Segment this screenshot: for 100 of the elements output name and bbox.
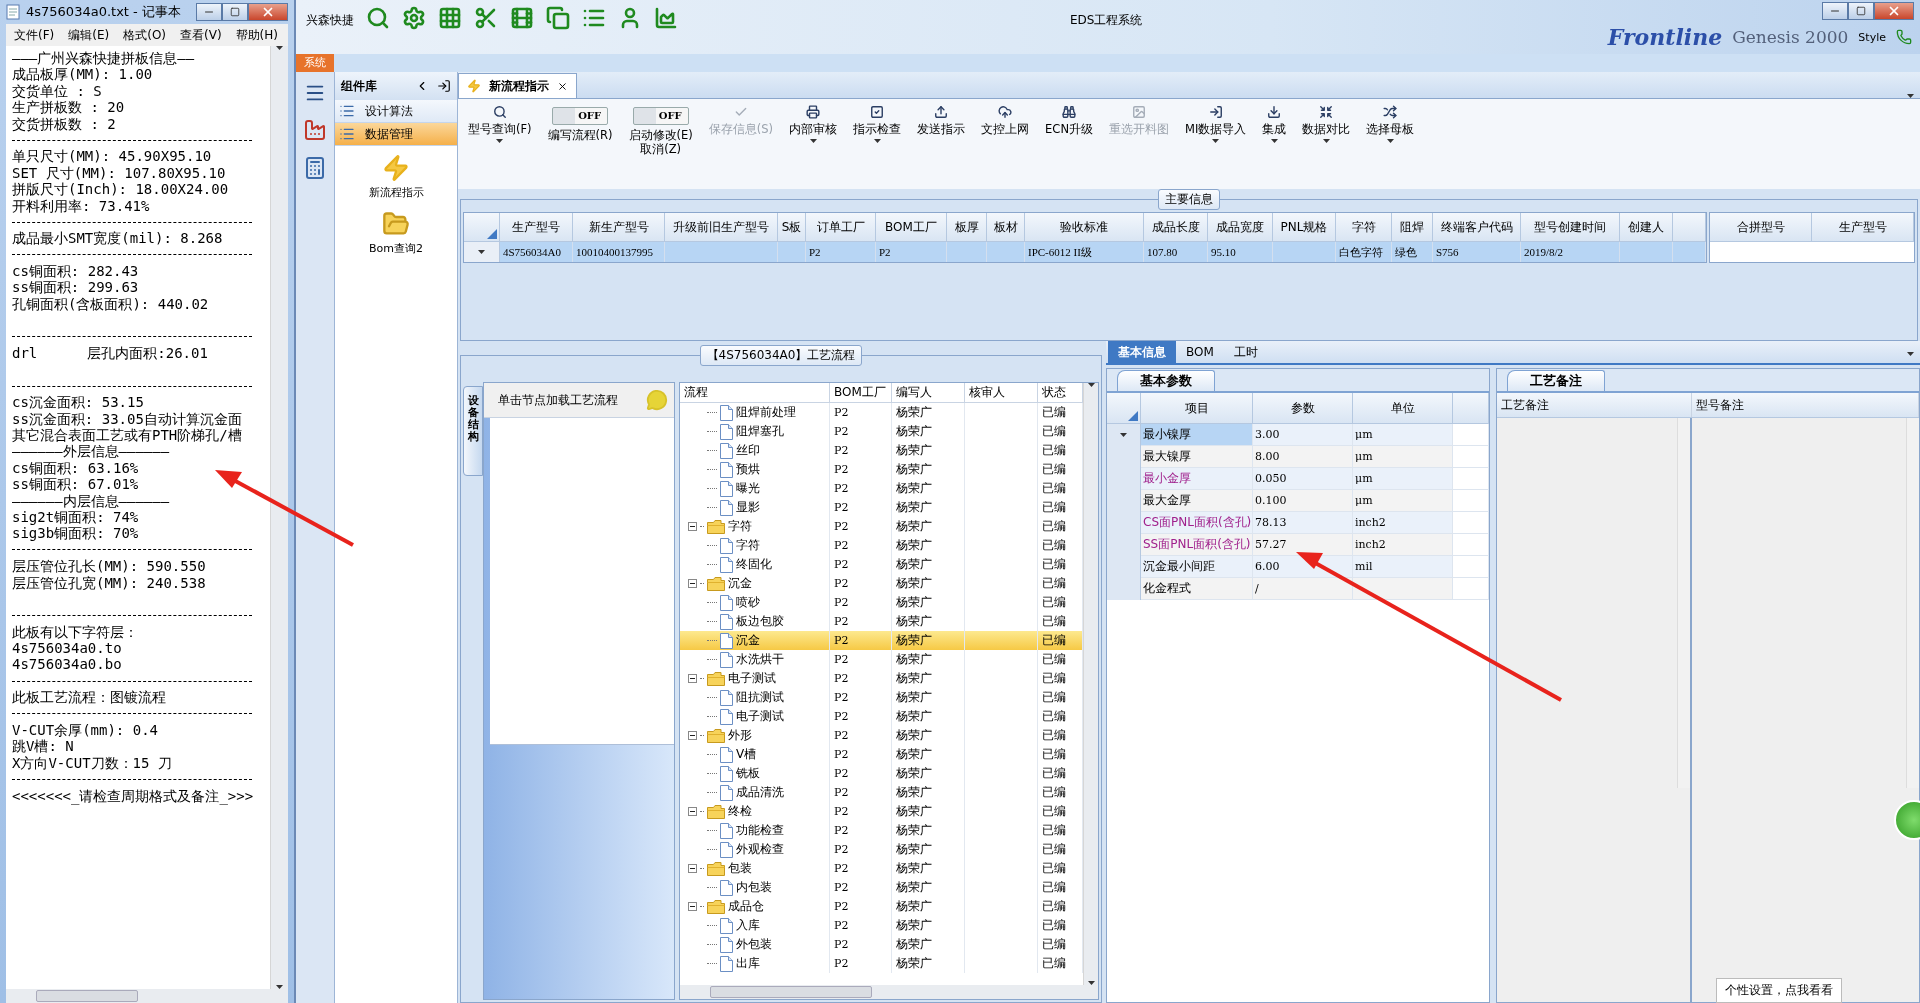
menu-item[interactable]: 文件(F) [14, 26, 55, 44]
tree-row[interactable]: 预烘 P2 杨荣广 已编 [680, 460, 1083, 479]
tree-row[interactable]: 入库 P2 杨荣广 已编 [680, 916, 1083, 935]
tree-row[interactable]: 曝光 P2 杨荣广 已编 [680, 479, 1083, 498]
tab[interactable]: 基本信息 [1108, 341, 1176, 363]
side-tab[interactable]: 设备结构 [463, 386, 483, 476]
column-header[interactable]: 订单工厂 [806, 213, 876, 242]
menu-item[interactable]: 查看(V) [180, 26, 222, 44]
column-header[interactable]: 阻焊 [1392, 213, 1433, 242]
toolbar-button[interactable]: 型号查询(F) [462, 103, 538, 145]
column-header[interactable]: 合拼型号 [1710, 213, 1812, 242]
toggle-switch[interactable]: OFF [552, 107, 609, 125]
tree-row[interactable]: 显影 P2 杨荣广 已编 [680, 498, 1083, 517]
tree-row[interactable]: 铣板 P2 杨荣广 已编 [680, 764, 1083, 783]
column-header[interactable]: 型号创建时间 [1521, 213, 1620, 242]
scrollbar[interactable] [1083, 383, 1098, 985]
copy-icon[interactable] [546, 6, 570, 30]
column-header[interactable]: 编写人 [892, 383, 965, 402]
toolbar-button[interactable]: 选择母板 [1360, 103, 1421, 145]
toolbar-button[interactable]: 集成 [1256, 103, 1293, 145]
tree-row[interactable]: 外观检查 P2 杨荣广 已编 [680, 840, 1083, 859]
scrollbar[interactable] [680, 985, 1098, 999]
toolbar-button[interactable]: 数据对比 [1296, 103, 1357, 145]
column-header[interactable]: 型号备注 [1692, 393, 1919, 417]
column-header[interactable]: 单位 [1353, 393, 1453, 424]
calculator-icon[interactable] [303, 156, 327, 180]
tree-row[interactable]: 电子测试 P2 杨荣广 已编 [680, 669, 1083, 688]
tree-row[interactable]: 包装 P2 杨荣广 已编 [680, 859, 1083, 878]
toggle-switch[interactable]: OFF [632, 107, 689, 125]
tree-row[interactable]: 喷砂 P2 杨荣广 已编 [680, 593, 1083, 612]
column-header[interactable]: 流程 [680, 383, 830, 402]
toolbar-button[interactable]: MI数据导入 [1179, 103, 1253, 145]
close-button[interactable] [248, 3, 288, 21]
column-header[interactable]: 项目 [1141, 393, 1253, 424]
style-menu[interactable]: Style [1858, 30, 1886, 44]
tree-row[interactable]: 沉金 P2 杨荣广 已编 [680, 574, 1083, 593]
toggle-button[interactable]: OFF 编写流程(R) [541, 103, 619, 144]
pin-icon[interactable] [437, 79, 451, 93]
text-area[interactable] [6, 46, 288, 989]
scrollbar[interactable] [270, 46, 288, 989]
collapse-icon[interactable] [688, 579, 697, 588]
tree-row[interactable]: 出库 P2 杨荣广 已编 [680, 954, 1083, 973]
column-header[interactable]: 升级前旧生产型号 [665, 213, 778, 242]
tree-row[interactable]: 阻焊前处理 P2 杨荣广 已编 [680, 403, 1083, 422]
shortcut-label[interactable]: Bom查询2 [369, 241, 423, 256]
column-header[interactable]: 验收标准 [1025, 213, 1144, 242]
tree-row[interactable]: 电子测试 P2 杨荣广 已编 [680, 707, 1083, 726]
menu-item[interactable]: 编辑(E) [68, 26, 110, 44]
tree-row[interactable]: 终检 P2 杨荣广 已编 [680, 802, 1083, 821]
tab[interactable]: 工时 [1223, 341, 1268, 363]
column-header[interactable]: 字符 [1336, 213, 1392, 242]
collapse-icon[interactable] [688, 674, 697, 683]
tree-row[interactable]: 字符 P2 杨荣广 已编 [680, 517, 1083, 536]
menu-item[interactable]: 帮助(H) [235, 26, 278, 44]
tree-row[interactable]: 丝印 P2 杨荣广 已编 [680, 441, 1083, 460]
tree-row[interactable]: 阻焊塞孔 P2 杨荣广 已编 [680, 422, 1083, 441]
tree-row[interactable]: 水洗烘干 P2 杨荣广 已编 [680, 650, 1083, 669]
tree-row[interactable]: 成品仓 P2 杨荣广 已编 [680, 897, 1083, 916]
column-header[interactable]: BOM工厂 [830, 383, 892, 402]
column-header[interactable]: 创建人 [1620, 213, 1673, 242]
film-icon[interactable] [510, 6, 534, 30]
collapse-icon[interactable] [688, 902, 697, 911]
tree-row[interactable]: 字符 P2 杨荣广 已编 [680, 536, 1083, 555]
column-header[interactable]: 新生产型号 [573, 213, 665, 242]
toolbar-button[interactable]: 指示检查 [847, 103, 908, 145]
search-icon[interactable] [366, 6, 390, 30]
panel-tab[interactable]: 基本参数 [1117, 370, 1215, 391]
toggle-button[interactable]: OFF 启动修改(E) 取消(Z) [622, 103, 699, 158]
column-header[interactable]: 板材 [987, 213, 1025, 242]
tree-row[interactable]: 外包装 P2 杨荣广 已编 [680, 935, 1083, 954]
panel-item[interactable]: 设计算法 [335, 100, 457, 123]
column-header[interactable]: 生产型号 [500, 213, 573, 242]
tab[interactable]: BOM [1176, 341, 1224, 363]
minimize-button[interactable] [1822, 2, 1848, 20]
column-header[interactable]: 成品宽度 [1208, 213, 1273, 242]
panel-item[interactable]: 数据管理 [335, 123, 457, 146]
tree-row[interactable]: V槽 P2 杨荣广 已编 [680, 745, 1083, 764]
menu-item[interactable]: 格式(O) [123, 26, 167, 44]
column-header[interactable]: 成品长度 [1144, 213, 1208, 242]
tree-row[interactable]: 成品清洗 P2 杨荣广 已编 [680, 783, 1083, 802]
column-header[interactable]: 核审人 [965, 383, 1038, 402]
collapse-icon[interactable] [688, 522, 697, 531]
column-header[interactable]: 板厚 [947, 213, 987, 242]
tree-row[interactable]: 终固化 P2 杨荣广 已编 [680, 555, 1083, 574]
row-header[interactable] [1107, 424, 1141, 446]
tree-row[interactable]: 外形 P2 杨荣广 已编 [680, 726, 1083, 745]
toolbar-button[interactable]: 内部审核 [783, 103, 844, 145]
tree-row[interactable]: 功能检查 P2 杨荣广 已编 [680, 821, 1083, 840]
tooltip[interactable]: 个性设置，点我看看 [1716, 978, 1842, 1003]
close-icon[interactable] [557, 80, 568, 92]
toolbar-button[interactable]: 发送指示 [911, 103, 972, 138]
collapse-icon[interactable] [688, 731, 697, 740]
shortcut-label[interactable]: 新流程指示 [368, 185, 424, 200]
maximize-button[interactable] [1848, 2, 1874, 20]
row-header[interactable] [464, 242, 500, 262]
document-tab[interactable]: 新流程指示 [458, 73, 577, 98]
tree-row[interactable]: 内包装 P2 杨荣广 已编 [680, 878, 1083, 897]
area-chart-icon[interactable] [654, 6, 678, 30]
phone-icon[interactable] [1896, 29, 1912, 45]
tree-row[interactable]: 沉金 P2 杨荣广 已编 [680, 631, 1083, 650]
